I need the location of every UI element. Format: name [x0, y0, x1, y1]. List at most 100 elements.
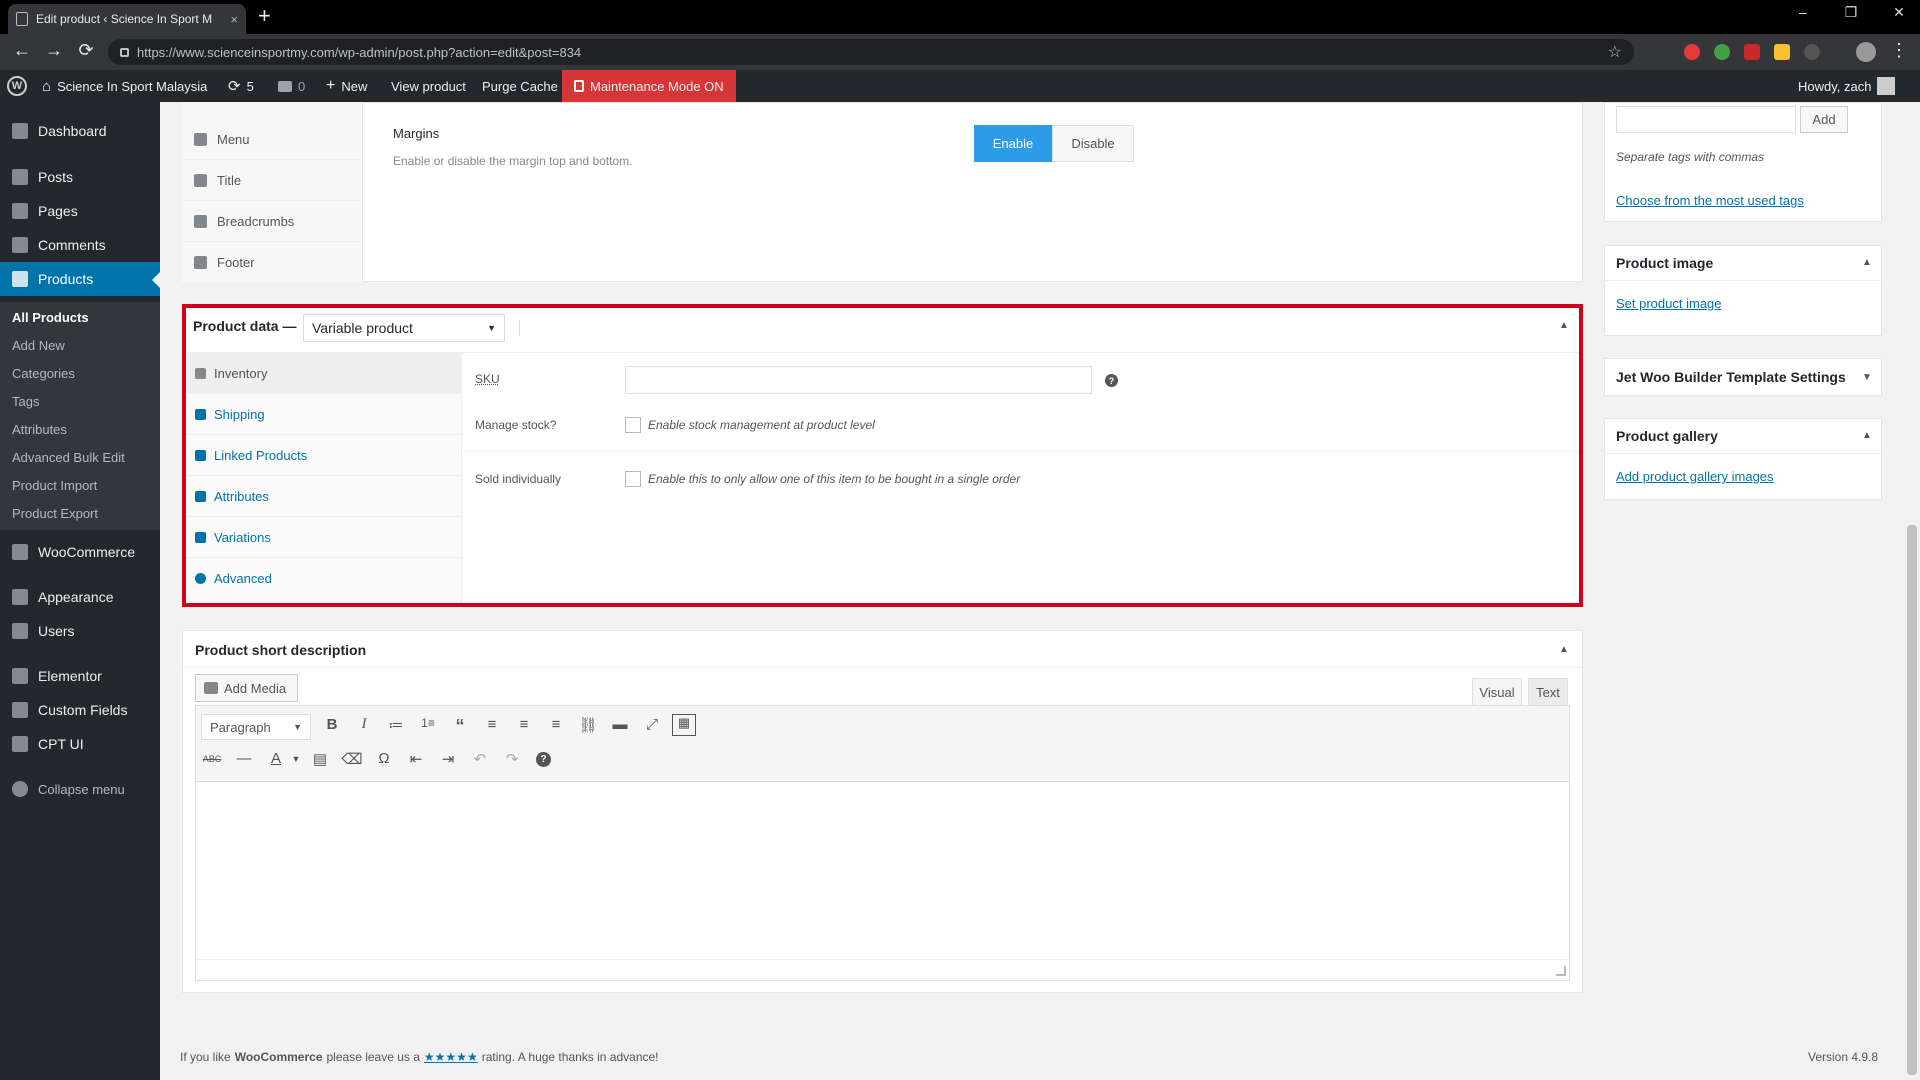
- wordpress-logo-icon[interactable]: W: [7, 76, 27, 96]
- tab-variations[interactable]: Variations: [187, 517, 461, 558]
- submenu-product-import[interactable]: Product Import: [12, 478, 97, 493]
- extension-icon[interactable]: [1684, 44, 1700, 60]
- menu-elementor[interactable]: Elementor: [0, 659, 160, 693]
- italic-icon[interactable]: I: [352, 716, 376, 733]
- enable-button[interactable]: Enable: [974, 125, 1052, 162]
- settings-tab-menu[interactable]: Menu: [182, 119, 363, 160]
- account-menu[interactable]: Howdy, zach: [1798, 70, 1896, 102]
- blockquote-icon[interactable]: “: [448, 716, 472, 737]
- submenu-tags[interactable]: Tags: [12, 394, 39, 409]
- indent-icon[interactable]: ⇥: [436, 750, 460, 768]
- extension-icon[interactable]: [1714, 44, 1730, 60]
- extension-icon[interactable]: [1774, 44, 1790, 60]
- settings-tab-title[interactable]: Title: [182, 160, 363, 201]
- link-icon[interactable]: ⛓: [576, 716, 600, 734]
- bullet-list-icon[interactable]: ≔: [384, 716, 408, 734]
- restore-button[interactable]: ❐: [1836, 4, 1866, 21]
- tab-visual[interactable]: Visual: [1472, 678, 1522, 705]
- collapse-toggle-icon[interactable]: ▲: [1862, 257, 1872, 268]
- submenu-add-new[interactable]: Add New: [12, 338, 65, 353]
- strikethrough-icon[interactable]: ABC: [200, 754, 224, 764]
- new-tab-button[interactable]: +: [258, 5, 271, 27]
- browser-tab[interactable]: Edit product ‹ Science In Sport M ×: [8, 4, 246, 34]
- tab-inventory[interactable]: Inventory: [187, 353, 461, 394]
- menu-cpt-ui[interactable]: CPT UI: [0, 727, 160, 761]
- maintenance-mode-link[interactable]: Maintenance Mode ON: [562, 70, 736, 102]
- add-tag-button[interactable]: Add: [1800, 106, 1848, 133]
- updates-link[interactable]: ⟳ 5: [228, 70, 254, 102]
- collapse-menu-button[interactable]: Collapse menu: [0, 772, 160, 806]
- add-media-button[interactable]: Add Media: [195, 674, 298, 702]
- forward-button[interactable]: →: [42, 40, 66, 61]
- choose-most-used-tags-link[interactable]: Choose from the most used tags: [1616, 193, 1804, 208]
- rating-stars-link[interactable]: ★★★★★: [424, 1050, 478, 1064]
- horizontal-line-icon[interactable]: —: [232, 750, 256, 767]
- menu-users[interactable]: Users: [0, 614, 160, 648]
- tab-advanced[interactable]: Advanced: [187, 558, 461, 599]
- reload-button[interactable]: ⟳: [74, 40, 98, 61]
- redo-icon[interactable]: ↷: [500, 750, 524, 768]
- settings-tab-breadcrumbs[interactable]: Breadcrumbs: [182, 201, 363, 242]
- tab-linked-products[interactable]: Linked Products: [187, 435, 461, 476]
- minimize-button[interactable]: –: [1788, 4, 1818, 20]
- browser-menu-icon[interactable]: ⋮: [1890, 40, 1908, 61]
- undo-icon[interactable]: ↶: [468, 750, 492, 768]
- set-product-image-link[interactable]: Set product image: [1616, 296, 1722, 311]
- menu-comments[interactable]: Comments: [0, 228, 160, 262]
- purge-cache-link[interactable]: Purge Cache: [482, 70, 558, 102]
- back-button[interactable]: ←: [10, 40, 34, 61]
- toolbar-toggle-icon[interactable]: ▦: [672, 714, 696, 736]
- editor-content-area[interactable]: [196, 783, 1569, 959]
- submenu-product-export[interactable]: Product Export: [12, 506, 98, 521]
- keyboard-shortcuts-icon[interactable]: ?: [536, 752, 551, 767]
- resize-handle-icon[interactable]: [1556, 966, 1566, 976]
- manage-stock-checkbox[interactable]: [625, 417, 641, 433]
- submenu-advanced-bulk-edit[interactable]: Advanced Bulk Edit: [12, 450, 125, 465]
- menu-dashboard[interactable]: Dashboard: [0, 114, 160, 148]
- collapse-toggle-icon[interactable]: ▲: [1559, 644, 1569, 655]
- submenu-all-products[interactable]: All Products: [12, 310, 89, 325]
- menu-custom-fields[interactable]: Custom Fields: [0, 693, 160, 727]
- extension-icon[interactable]: [1744, 44, 1760, 60]
- tab-close-icon[interactable]: ×: [230, 12, 238, 27]
- special-character-icon[interactable]: Ω: [372, 750, 396, 767]
- read-more-icon[interactable]: ▬: [608, 716, 632, 733]
- new-content-link[interactable]: + New: [326, 70, 367, 102]
- numbered-list-icon[interactable]: 1≡: [416, 716, 440, 730]
- dropdown-arrow-icon[interactable]: ▼: [284, 754, 308, 764]
- disable-button[interactable]: Disable: [1052, 125, 1134, 162]
- close-window-button[interactable]: ✕: [1884, 4, 1914, 21]
- collapse-toggle-icon[interactable]: ▲: [1559, 320, 1569, 331]
- scrollbar-thumb[interactable]: [1907, 525, 1917, 1075]
- tab-text[interactable]: Text: [1528, 678, 1568, 705]
- paste-text-icon[interactable]: ▤: [308, 750, 332, 768]
- bold-icon[interactable]: B: [320, 716, 344, 733]
- site-name-link[interactable]: ⌂ Science In Sport Malaysia: [42, 70, 207, 102]
- comments-link[interactable]: 0: [278, 70, 305, 102]
- collapse-toggle-icon[interactable]: ▲: [1862, 430, 1872, 441]
- fullscreen-icon[interactable]: ⤢: [640, 716, 664, 733]
- clear-formatting-icon[interactable]: ⌫: [340, 750, 364, 768]
- sold-individually-checkbox[interactable]: [625, 471, 641, 487]
- settings-tab-footer[interactable]: Footer: [182, 242, 363, 283]
- menu-woocommerce[interactable]: WooCommerce: [0, 535, 160, 569]
- tags-input[interactable]: [1616, 106, 1796, 133]
- format-select[interactable]: Paragraph ▼: [201, 714, 311, 740]
- submenu-attributes[interactable]: Attributes: [12, 422, 67, 437]
- align-left-icon[interactable]: ≡: [480, 716, 504, 733]
- help-tip-icon[interactable]: ?: [1105, 374, 1118, 387]
- tab-shipping[interactable]: Shipping: [187, 394, 461, 435]
- menu-appearance[interactable]: Appearance: [0, 580, 160, 614]
- expand-toggle-icon[interactable]: ▼: [1862, 372, 1872, 383]
- submenu-categories[interactable]: Categories: [12, 366, 75, 381]
- address-bar[interactable]: https://www.scienceinsportmy.com/wp-admi…: [108, 39, 1634, 65]
- menu-pages[interactable]: Pages: [0, 194, 160, 228]
- menu-products[interactable]: Products: [0, 262, 160, 296]
- align-right-icon[interactable]: ≡: [544, 716, 568, 733]
- tab-attributes[interactable]: Attributes: [187, 476, 461, 517]
- profile-avatar[interactable]: [1856, 42, 1876, 62]
- extension-icon[interactable]: [1804, 44, 1820, 60]
- sku-input[interactable]: [625, 366, 1092, 394]
- add-gallery-images-link[interactable]: Add product gallery images: [1616, 469, 1774, 484]
- view-product-link[interactable]: View product: [391, 70, 466, 102]
